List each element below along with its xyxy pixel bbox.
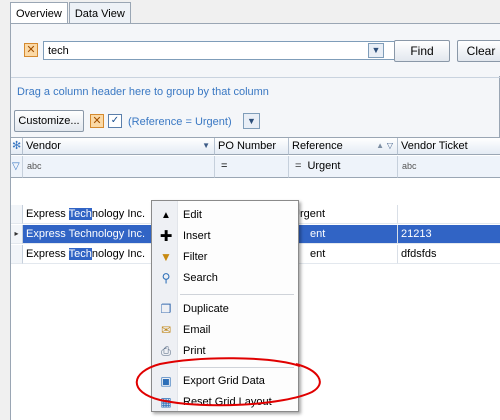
cell-vendor-ticket[interactable]: dfdsfds xyxy=(398,245,500,264)
search-highlight: Tech xyxy=(68,248,92,260)
search-highlight: Tech xyxy=(68,208,92,220)
cell-vendor-ticket[interactable] xyxy=(398,205,500,224)
menu-item-search[interactable]: ⚲ Search xyxy=(152,268,298,289)
column-header-vendor[interactable]: Vendor ▼ xyxy=(23,138,215,155)
column-header-vendor-ticket[interactable]: Vendor Ticket xyxy=(398,138,500,155)
menu-item-filter[interactable]: ▼ Filter xyxy=(152,247,298,268)
printer-icon: ⎙ xyxy=(161,344,171,358)
cell-reference[interactable]: ent xyxy=(289,245,398,264)
group-by-panel[interactable]: Drag a column header here to group by th… xyxy=(11,77,500,104)
envelope-icon: ✉ xyxy=(160,323,172,337)
clear-search-icon[interactable]: ✕ xyxy=(24,43,38,57)
menu-item-email[interactable]: ✉ Email xyxy=(152,320,298,341)
column-header-reference[interactable]: Reference ▲ ▽ xyxy=(289,138,398,155)
column-header-label: Vendor Ticket xyxy=(401,140,468,152)
row-indicator[interactable] xyxy=(11,245,23,264)
plus-icon: ✚ xyxy=(159,228,173,245)
funnel-icon: ▽ xyxy=(11,156,23,178)
row-pointer-icon[interactable]: ▸ xyxy=(11,225,23,244)
grid-corner-icon[interactable]: ✻ xyxy=(11,138,23,155)
cell-vendor-ticket[interactable]: 21213 xyxy=(398,225,500,244)
filter-cell-vendor[interactable]: abc xyxy=(23,156,215,178)
triangle-up-icon: ▲ xyxy=(161,210,171,221)
chevron-down-icon[interactable]: ▼ xyxy=(368,43,384,58)
tab-data-view[interactable]: Data View xyxy=(68,2,131,24)
menu-item-edit[interactable]: ▲ Edit xyxy=(152,205,298,226)
sort-ascending-icon: ▲ xyxy=(376,141,384,150)
column-header-label: PO Number xyxy=(218,140,277,152)
menu-item-export-grid-data[interactable]: ▣ Export Grid Data xyxy=(152,371,298,392)
menu-item-insert[interactable]: ✚ Insert xyxy=(152,226,298,247)
search-bar: ✕ ▼ Find Clear xyxy=(11,24,500,76)
menu-item-duplicate[interactable]: ❐ Duplicate xyxy=(152,299,298,320)
filter-operator: = xyxy=(295,160,302,172)
column-header-po-number[interactable]: PO Number xyxy=(215,138,289,155)
chevron-down-icon[interactable]: ▼ xyxy=(243,113,260,129)
clear-filter-icon[interactable]: ✕ xyxy=(90,114,104,128)
context-menu: ▲ Edit ✚ Insert ▼ Filter ⚲ Search ❐ Dupl… xyxy=(151,200,299,412)
cell-reference[interactable]: ent xyxy=(289,225,398,244)
clear-button[interactable]: Clear xyxy=(457,40,500,62)
menu-separator xyxy=(180,367,294,368)
magnifier-icon: ⚲ xyxy=(161,271,171,285)
filter-panel: Customize... ✕ ✓ (Reference = Urgent) ▼ xyxy=(11,108,500,136)
filter-cell-po-number[interactable]: = xyxy=(215,156,289,178)
filter-expression[interactable]: (Reference = Urgent) xyxy=(128,116,232,128)
filter-enabled-checkbox[interactable]: ✓ xyxy=(108,114,122,128)
duplicate-icon: ❐ xyxy=(160,302,172,316)
customize-button[interactable]: Customize... xyxy=(14,110,84,132)
column-header-label: Vendor xyxy=(26,140,61,152)
group-by-hint: Drag a column header here to group by th… xyxy=(17,86,269,98)
menu-item-print[interactable]: ⎙ Print xyxy=(152,341,298,362)
search-input[interactable] xyxy=(43,41,397,60)
menu-separator xyxy=(180,294,294,295)
filter-cell-vendor-ticket[interactable]: abc xyxy=(398,156,500,178)
export-icon: ▣ xyxy=(160,374,172,388)
filter-value: Urgent xyxy=(307,160,341,172)
menu-item-reset-grid-layout[interactable]: ▦ Reset Grid Layout xyxy=(152,392,298,413)
funnel-icon: ▼ xyxy=(160,250,172,264)
reset-layout-icon: ▦ xyxy=(160,395,172,409)
find-button[interactable]: Find xyxy=(394,40,450,62)
column-header-label: Reference xyxy=(292,140,343,152)
tab-strip: Overview Data View xyxy=(10,2,132,26)
filter-cell-reference[interactable]: = Urgent xyxy=(289,156,398,178)
row-indicator[interactable] xyxy=(11,205,23,224)
cell-reference[interactable]: Urgent xyxy=(289,205,398,224)
funnel-icon: ▽ xyxy=(386,141,393,150)
sort-descending-icon: ▼ xyxy=(202,141,210,150)
